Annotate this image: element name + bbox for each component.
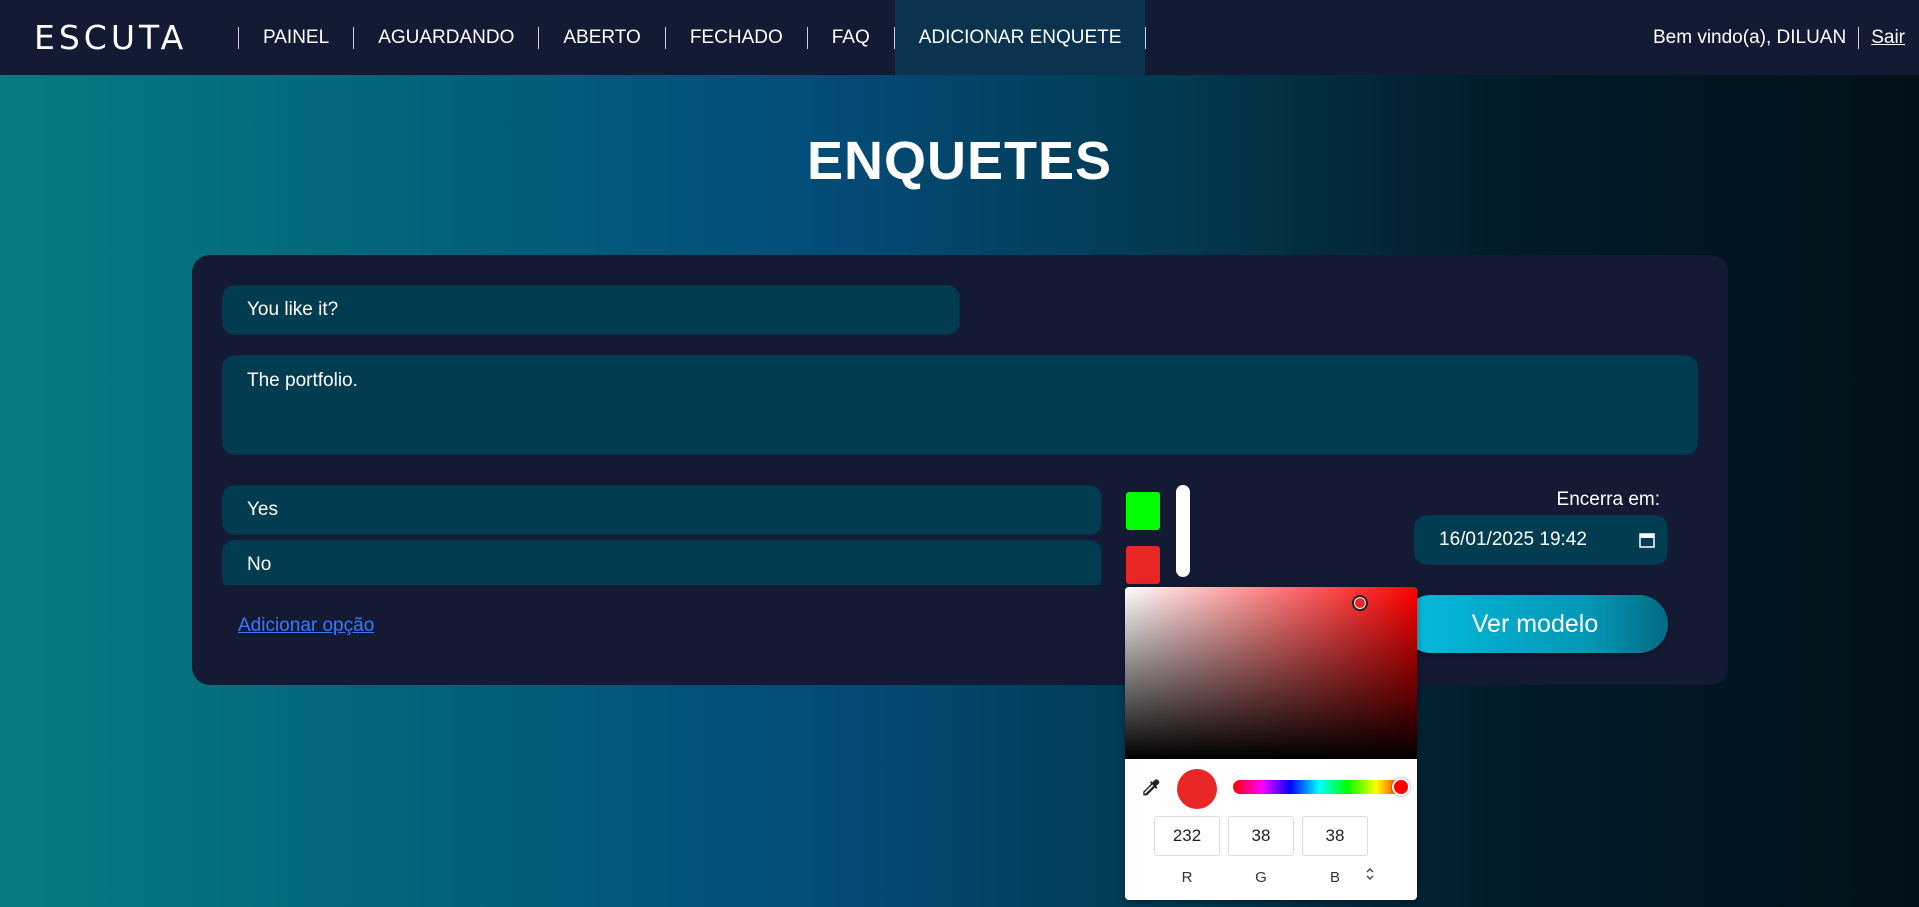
nav-link-painel[interactable]: PAINEL bbox=[239, 0, 353, 75]
option-color-swatch-no[interactable] bbox=[1126, 546, 1160, 584]
closes-label: Encerra em: bbox=[1556, 489, 1660, 510]
preview-model-button[interactable]: Ver modelo bbox=[1402, 595, 1668, 653]
option-input-yes[interactable]: Yes bbox=[222, 485, 1102, 535]
option-color-swatch-yes[interactable] bbox=[1126, 492, 1160, 530]
page-title: ENQUETES bbox=[806, 131, 1113, 191]
nav-links: PAINEL AGUARDANDO ABERTO FECHADO FAQ ADI… bbox=[238, 0, 1147, 75]
option-input-no[interactable]: No bbox=[222, 540, 1102, 585]
welcome-text: Bem vindo(a), DILUAN bbox=[1652, 26, 1847, 48]
logout-link[interactable]: Sair bbox=[1871, 27, 1905, 49]
poll-form-card: You like it? The portfolio. Yes No Adici… bbox=[192, 255, 1728, 685]
description-textarea[interactable]: The portfolio. bbox=[222, 355, 1698, 455]
nav-link-aberto[interactable]: ABERTO bbox=[539, 0, 664, 75]
closes-datetime-input[interactable]: 16/01/2025 19:42 bbox=[1414, 515, 1668, 565]
nav-link-fechado[interactable]: FECHADO bbox=[666, 0, 807, 75]
green-label: G bbox=[1255, 869, 1267, 886]
hue-handle[interactable] bbox=[1392, 778, 1410, 796]
options-scrollbar[interactable] bbox=[1176, 485, 1190, 577]
blue-input[interactable]: 38 bbox=[1302, 816, 1368, 856]
color-picker: 232 38 38 R G B bbox=[1125, 587, 1417, 900]
add-option-link[interactable]: Adicionar opção bbox=[238, 615, 374, 637]
closes-datetime-value: 16/01/2025 19:42 bbox=[1439, 529, 1587, 550]
red-input[interactable]: 232 bbox=[1154, 816, 1220, 856]
green-input[interactable]: 38 bbox=[1228, 816, 1294, 856]
nav-separator bbox=[1145, 26, 1147, 49]
user-area: Bem vindo(a), DILUAN Sair bbox=[1653, 0, 1905, 75]
hue-slider[interactable] bbox=[1233, 778, 1410, 796]
nav-separator bbox=[1858, 26, 1860, 49]
nav-link-faq[interactable]: FAQ bbox=[808, 0, 894, 75]
red-label: R bbox=[1181, 869, 1193, 886]
question-input[interactable]: You like it? bbox=[222, 285, 960, 335]
logo[interactable]: ESCUTA bbox=[34, 18, 187, 57]
navbar: ESCUTA PAINEL AGUARDANDO ABERTO FECHADO … bbox=[0, 0, 1919, 75]
nav-link-adicionar-enquete[interactable]: ADICIONAR ENQUETE bbox=[894, 0, 1146, 75]
options-list: Yes No bbox=[222, 485, 1232, 585]
calendar-icon[interactable] bbox=[1639, 532, 1655, 548]
format-toggle-icon[interactable] bbox=[1365, 867, 1375, 881]
eyedropper-icon[interactable] bbox=[1139, 777, 1161, 799]
blue-label: B bbox=[1329, 869, 1340, 886]
nav-link-aguardando[interactable]: AGUARDANDO bbox=[354, 0, 538, 75]
saturation-handle[interactable] bbox=[1352, 595, 1368, 611]
color-preview-swatch bbox=[1177, 769, 1217, 809]
saturation-value-area[interactable] bbox=[1125, 587, 1417, 759]
